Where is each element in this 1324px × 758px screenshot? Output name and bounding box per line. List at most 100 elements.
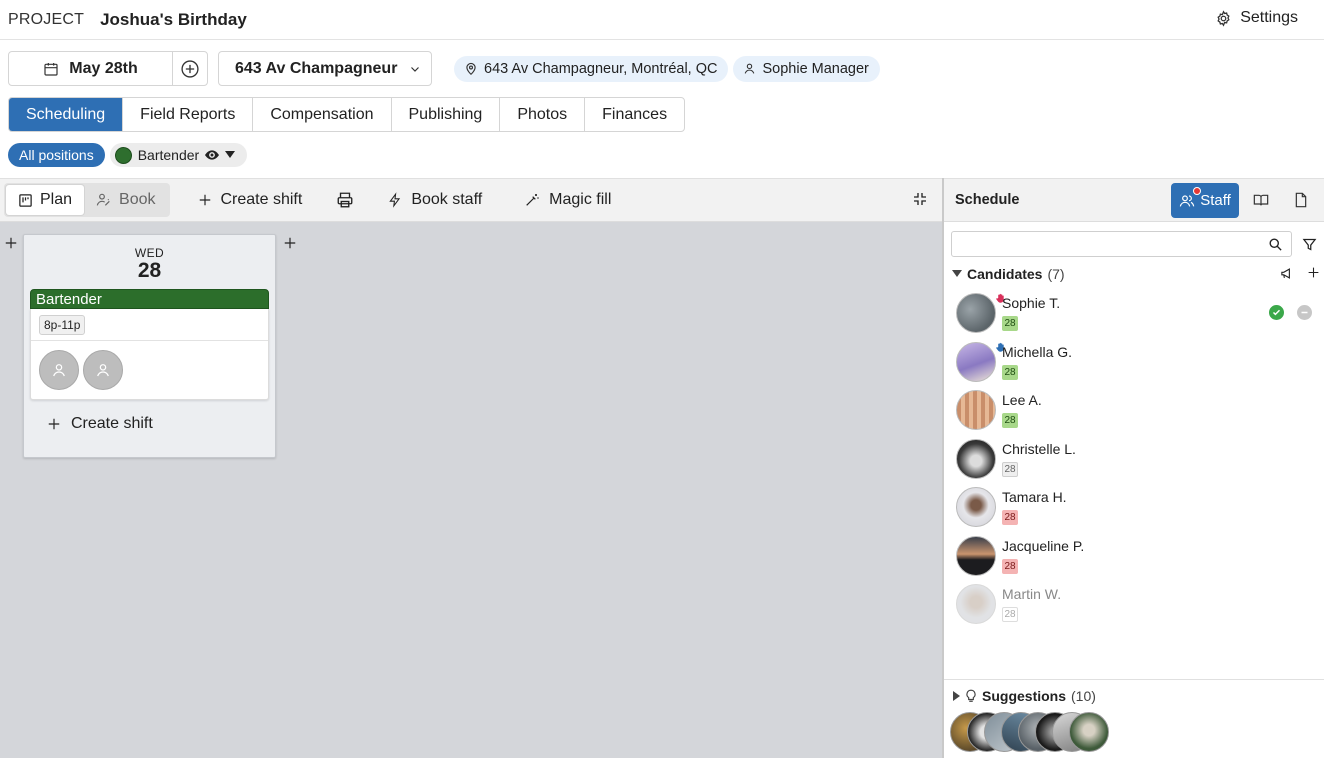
empty-slot[interactable] bbox=[83, 350, 123, 390]
project-header: PROJECT Joshua's Birthday Settings bbox=[0, 0, 1324, 40]
candidate-name: Martin W. bbox=[1002, 586, 1062, 602]
tab-compensation[interactable]: Compensation bbox=[252, 98, 390, 131]
candidate-name: Lee A. bbox=[1002, 392, 1042, 408]
venue-dropdown[interactable]: 643 Av Champagneur bbox=[218, 51, 432, 86]
settings-label: Settings bbox=[1240, 9, 1298, 26]
plan-board-icon bbox=[19, 193, 32, 207]
empty-slot[interactable] bbox=[39, 350, 79, 390]
day-of-week: WED bbox=[134, 246, 165, 260]
address-label: 643 Av Champagneur, Montréal, QC bbox=[484, 60, 718, 77]
suggestion-avatars bbox=[950, 712, 1109, 752]
caret-down-icon[interactable] bbox=[225, 151, 236, 159]
reject-icon[interactable] bbox=[1297, 305, 1312, 320]
staff-label: Staff bbox=[1200, 192, 1231, 209]
plus-icon[interactable] bbox=[1307, 266, 1320, 279]
day-create-shift-button[interactable]: Create shift bbox=[47, 415, 275, 433]
day-availability-chip: 28 bbox=[1002, 558, 1018, 574]
candidate-name: Michella G. bbox=[1002, 343, 1073, 360]
candidate-row[interactable]: Lee A. 28 bbox=[944, 388, 1322, 437]
avatar bbox=[956, 390, 996, 430]
position-label: Bartender bbox=[137, 147, 200, 163]
person-placeholder-icon bbox=[97, 364, 109, 377]
avatar bbox=[956, 535, 996, 576]
person-icon bbox=[745, 63, 755, 74]
candidate-row[interactable]: Martin W. 28 bbox=[944, 582, 1322, 631]
collapse-arrows-icon bbox=[914, 193, 926, 205]
candidate-row[interactable]: Jacqueline P. 28 bbox=[944, 534, 1322, 583]
tab-publishing[interactable]: Publishing bbox=[390, 98, 500, 131]
search-icon[interactable] bbox=[1268, 237, 1283, 252]
avatar bbox=[956, 487, 996, 527]
suggestions-count: (10) bbox=[1071, 688, 1096, 704]
candidate-row[interactable]: Christelle L. 28 bbox=[944, 437, 1322, 486]
address-chip[interactable]: 643 Av Champagneur, Montréal, QC bbox=[454, 55, 729, 82]
print-button[interactable] bbox=[336, 191, 354, 209]
date-group: May 28th bbox=[8, 51, 208, 86]
date-label: May 28th bbox=[69, 59, 138, 77]
calendar-icon bbox=[44, 62, 58, 76]
day-availability-chip: 28 bbox=[1002, 510, 1018, 525]
tab-field-reports[interactable]: Field Reports bbox=[122, 98, 252, 131]
eye-icon[interactable] bbox=[205, 150, 220, 160]
day-create-shift-label: Create shift bbox=[71, 415, 153, 432]
megaphone-icon[interactable] bbox=[1280, 266, 1295, 281]
staff-search-input[interactable] bbox=[951, 231, 1292, 257]
day-column: WED 28 Bartender 8p-11p Create shift bbox=[23, 234, 276, 458]
book-staff-label: Book staff bbox=[411, 191, 483, 208]
date-picker-button[interactable]: May 28th bbox=[9, 52, 173, 85]
day-availability-chip: 28 bbox=[1002, 607, 1018, 622]
staff-icon bbox=[1179, 194, 1195, 207]
person-placeholder-icon bbox=[53, 364, 65, 377]
plus-circle-icon bbox=[181, 59, 199, 78]
printer-icon bbox=[337, 192, 353, 208]
avatar[interactable] bbox=[1069, 712, 1109, 752]
project-title: Joshua's Birthday bbox=[100, 9, 247, 29]
candidates-header[interactable]: Candidates (7) bbox=[952, 266, 1065, 282]
create-shift-button[interactable]: Create shift bbox=[198, 191, 302, 209]
settings-button[interactable]: Settings bbox=[1215, 9, 1298, 27]
staff-button[interactable]: Staff bbox=[1171, 183, 1239, 218]
document-icon[interactable] bbox=[1294, 192, 1308, 208]
collapse-button[interactable] bbox=[912, 191, 928, 212]
position-pill-bartender[interactable]: Bartender bbox=[109, 143, 248, 167]
plan-toggle[interactable]: Plan bbox=[6, 185, 85, 215]
tab-photos[interactable]: Photos bbox=[499, 98, 584, 131]
day-availability-chip: 28 bbox=[1002, 364, 1018, 380]
suggestions-header[interactable]: Suggestions (10) bbox=[953, 688, 1096, 704]
schedule-panel: Schedule Staff Candidates (7) Sophie T. … bbox=[942, 178, 1324, 758]
shift-time-row: 8p-11p bbox=[31, 309, 268, 341]
shift-position-header[interactable]: Bartender bbox=[30, 289, 269, 309]
candidate-row[interactable]: Michella G. 28 bbox=[944, 339, 1322, 389]
add-day-after-icon[interactable] bbox=[283, 236, 297, 250]
candidate-row[interactable]: Tamara H. 28 bbox=[944, 485, 1322, 534]
magic-fill-label: Magic fill bbox=[549, 191, 612, 208]
accept-icon[interactable] bbox=[1269, 305, 1284, 320]
panel-title: Schedule bbox=[955, 192, 1020, 208]
avatar bbox=[956, 438, 996, 479]
candidate-list: Sophie T. 28 Michella G. 28 Lee A. 28 Ch… bbox=[944, 291, 1322, 631]
plan-label: Plan bbox=[40, 191, 73, 208]
panel-header: Schedule Staff bbox=[944, 178, 1324, 222]
book-staff-button[interactable]: Book staff bbox=[388, 191, 482, 209]
shift-time[interactable]: 8p-11p bbox=[39, 314, 86, 335]
tab-scheduling[interactable]: Scheduling bbox=[9, 98, 123, 131]
manager-chip[interactable]: Sophie Manager bbox=[733, 55, 880, 82]
book-toggle[interactable]: Book bbox=[84, 185, 167, 215]
shift-slots bbox=[31, 341, 268, 399]
candidate-row[interactable]: Sophie T. 28 bbox=[944, 291, 1322, 340]
venue-label: 643 Av Champagneur bbox=[235, 59, 398, 77]
shift-card[interactable]: 8p-11p bbox=[30, 309, 269, 400]
magic-fill-button[interactable]: Magic fill bbox=[524, 191, 611, 209]
add-day-before-icon[interactable] bbox=[4, 236, 18, 250]
avatar bbox=[956, 341, 996, 382]
all-positions-pill[interactable]: All positions bbox=[8, 143, 105, 167]
project-controls: May 28th 643 Av Champagneur 643 Av Champ… bbox=[8, 51, 880, 86]
book-open-icon[interactable] bbox=[1253, 192, 1269, 208]
manager-label: Sophie Manager bbox=[762, 60, 869, 77]
add-date-button[interactable] bbox=[173, 52, 207, 85]
filter-icon[interactable] bbox=[1302, 237, 1317, 252]
avatar bbox=[956, 584, 996, 624]
candidates-label: Candidates bbox=[967, 266, 1043, 282]
plan-book-toggle: Plan Book bbox=[4, 183, 170, 217]
tab-finances[interactable]: Finances bbox=[584, 98, 684, 131]
